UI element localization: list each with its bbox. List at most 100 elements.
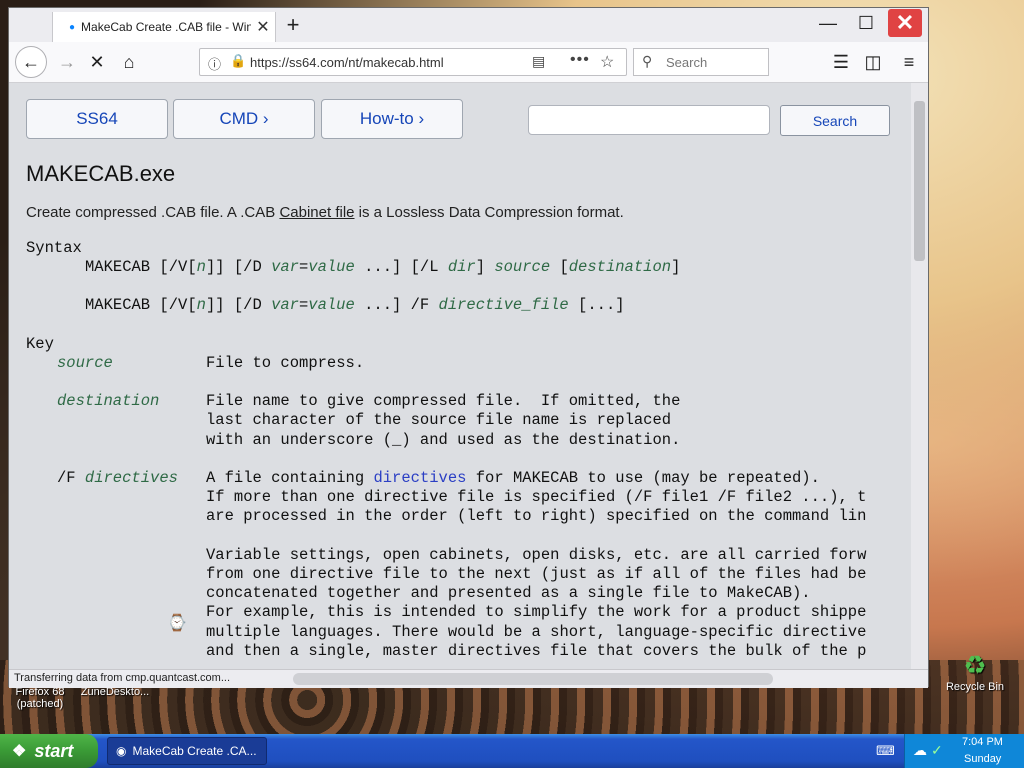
site-search-button[interactable]: Search bbox=[780, 105, 890, 136]
desktop-icon-firefox[interactable]: Firefox 68 (patched) bbox=[10, 686, 70, 710]
browser-window: ● MakeCab Create .CAB file - Windo ✕ + —… bbox=[8, 7, 929, 688]
syntax-param: n bbox=[196, 296, 206, 314]
sidebar-icon[interactable]: ◫ bbox=[859, 48, 887, 76]
clock-day: Sunday bbox=[964, 753, 1002, 765]
taskbar-item-firefox[interactable]: ◉ MakeCab Create .CA... bbox=[107, 737, 267, 765]
minimize-button[interactable]: — bbox=[811, 9, 845, 37]
reader-view-icon[interactable]: ▤ bbox=[532, 53, 545, 70]
syntax-param: n bbox=[196, 258, 206, 276]
nav-cmd-button[interactable]: CMD › bbox=[173, 99, 315, 139]
directives-link[interactable]: directives bbox=[373, 469, 466, 487]
info-icon[interactable]: ⓘ bbox=[208, 54, 221, 73]
syntax-param: dir bbox=[447, 258, 476, 276]
key-f-desc2-1: Variable settings, open cabinets, open d… bbox=[206, 546, 867, 564]
syntax-label: Syntax bbox=[26, 239, 82, 257]
system-tray: ☁ ✓ 7:04 PM Sunday bbox=[904, 734, 1024, 768]
key-dest-desc-2: last character of the source file name i… bbox=[206, 411, 672, 429]
page-actions-icon[interactable]: ••• bbox=[570, 51, 590, 69]
navigation-toolbar: ← → ✕ ⌂ ⓘ 🔒 https://ss64.com/nt/makecab.… bbox=[9, 42, 928, 83]
syntax-param: value bbox=[308, 258, 355, 276]
syntax-text: ] bbox=[671, 258, 681, 276]
syntax-text: ] bbox=[475, 258, 495, 276]
bookmark-star-icon[interactable]: ☆ bbox=[600, 52, 614, 72]
key-f-desc2-2: from one directive file to the next (jus… bbox=[206, 565, 867, 583]
back-button[interactable]: ← bbox=[15, 46, 47, 78]
key-destination: destination bbox=[57, 392, 160, 410]
syntax-line-1: MAKECAB [/V[n]] [/D var=value ...] [/L d… bbox=[85, 258, 680, 276]
syntax-text: MAKECAB [/V[ bbox=[85, 296, 197, 314]
key-f-desc2-5: multiple languages. There would be a sho… bbox=[206, 623, 867, 641]
close-window-button[interactable]: ✕ bbox=[888, 9, 922, 37]
url-text: https://ss64.com/nt/makecab.html bbox=[250, 55, 444, 70]
nav-ss64-button[interactable]: SS64 bbox=[26, 99, 168, 139]
key-f-directives: /F directives bbox=[57, 469, 178, 487]
lock-icon: 🔒 bbox=[230, 53, 247, 68]
start-button[interactable]: ❖ start bbox=[0, 734, 98, 768]
status-text: Transferring data from cmp.quantcast.com… bbox=[14, 672, 231, 684]
address-bar[interactable]: ⓘ 🔒 https://ss64.com/nt/makecab.html ▤ •… bbox=[199, 48, 627, 76]
windows-flag-icon: ❖ bbox=[12, 743, 27, 760]
close-tab-icon[interactable]: ✕ bbox=[251, 17, 275, 37]
scrollbar-thumb[interactable] bbox=[914, 101, 925, 261]
syntax-param: directive_file bbox=[438, 296, 569, 314]
firefox-icon: ◉ bbox=[116, 744, 127, 758]
page-description: Create compressed .CAB file. A .CAB Cabi… bbox=[26, 204, 624, 221]
menu-icon[interactable]: ≡ bbox=[895, 48, 923, 76]
desc-text-end: is a Lossless Data Compression format. bbox=[354, 204, 624, 221]
key-source-desc: File to compress. bbox=[206, 354, 365, 372]
vertical-scrollbar[interactable] bbox=[911, 83, 928, 669]
syntax-text: MAKECAB [/V[ bbox=[85, 258, 197, 276]
cabinet-file-link[interactable]: Cabinet file bbox=[279, 204, 354, 221]
key-label: Key bbox=[26, 335, 54, 353]
keyboard-icon[interactable]: ⌨ bbox=[876, 743, 895, 759]
new-tab-button[interactable]: + bbox=[281, 13, 305, 37]
status-bar: Transferring data from cmp.quantcast.com… bbox=[9, 669, 928, 688]
start-label: start bbox=[34, 740, 74, 761]
key-f-desc2-4: For example, this is intended to simplif… bbox=[206, 603, 867, 621]
syntax-text: = bbox=[298, 296, 309, 314]
search-icon: ⚲ bbox=[642, 53, 653, 69]
desktop-icon-recycle-bin[interactable]: ♻ Recycle Bin bbox=[940, 650, 1010, 693]
syntax-param: var bbox=[271, 296, 299, 314]
key-f-text: for MAKECAB to use (may be repeated). bbox=[466, 469, 820, 487]
tab-title: MakeCab Create .CAB file - Windo bbox=[81, 20, 251, 34]
key-dest-desc-3: with an underscore (_) and used as the d… bbox=[206, 431, 681, 449]
syntax-param: var bbox=[271, 258, 299, 276]
page-title: MAKECAB.exe bbox=[26, 161, 176, 186]
key-f-desc-3: are processed in the order (left to righ… bbox=[206, 507, 867, 525]
stop-button[interactable]: ✕ bbox=[83, 48, 111, 76]
syntax-text: ...] [/L bbox=[354, 258, 448, 276]
maximize-button[interactable]: ☐ bbox=[849, 9, 883, 37]
key-f-desc2-3: concatenated together and presented as a… bbox=[206, 584, 811, 602]
library-icon[interactable]: ☰ bbox=[827, 48, 855, 76]
desktop-icon-label-2: (patched) bbox=[16, 698, 64, 710]
taskbar-item-label: MakeCab Create .CA... bbox=[132, 744, 257, 758]
home-icon[interactable]: ⌂ bbox=[115, 48, 143, 76]
key-f-text: A file containing bbox=[206, 469, 374, 487]
network-icon[interactable]: ☁ bbox=[913, 742, 927, 759]
syntax-text: = bbox=[298, 258, 309, 276]
desktop-icon-label: Recycle Bin bbox=[945, 681, 1005, 693]
key-f-desc-1: A file containing directives for MAKECAB… bbox=[206, 469, 820, 487]
text-cursor-icon: ⌚ bbox=[167, 615, 187, 632]
syntax-text: ...] /F bbox=[354, 296, 439, 314]
recycle-bin-icon: ♻ bbox=[963, 650, 987, 680]
syntax-param: value bbox=[308, 296, 355, 314]
browser-tab[interactable]: ● MakeCab Create .CAB file - Windo ✕ bbox=[52, 12, 276, 42]
key-dest-desc-1: File name to give compressed file. If om… bbox=[206, 392, 681, 410]
search-placeholder: Search bbox=[666, 55, 708, 70]
desc-text: Create compressed .CAB file. A .CAB bbox=[26, 204, 280, 221]
syntax-param: source bbox=[494, 258, 551, 276]
taskbar: ❖ start ◉ MakeCab Create .CA... ⌨ ☁ ✓ 7:… bbox=[0, 734, 1024, 768]
syntax-param: destination bbox=[568, 258, 672, 276]
horizontal-scrollbar[interactable] bbox=[293, 673, 773, 685]
syntax-text: [ bbox=[550, 258, 569, 276]
key-f-prefix: /F bbox=[57, 469, 85, 487]
forward-button[interactable]: → bbox=[53, 48, 81, 76]
browser-search-input[interactable]: ⚲ Search bbox=[633, 48, 769, 76]
site-search-input[interactable] bbox=[528, 105, 770, 135]
nav-howto-button[interactable]: How-to › bbox=[321, 99, 463, 139]
clock-time[interactable]: 7:04 PM bbox=[962, 736, 1003, 748]
browser-titlebar: ● MakeCab Create .CAB file - Windo ✕ + —… bbox=[9, 8, 928, 42]
security-icon[interactable]: ✓ bbox=[931, 742, 943, 759]
